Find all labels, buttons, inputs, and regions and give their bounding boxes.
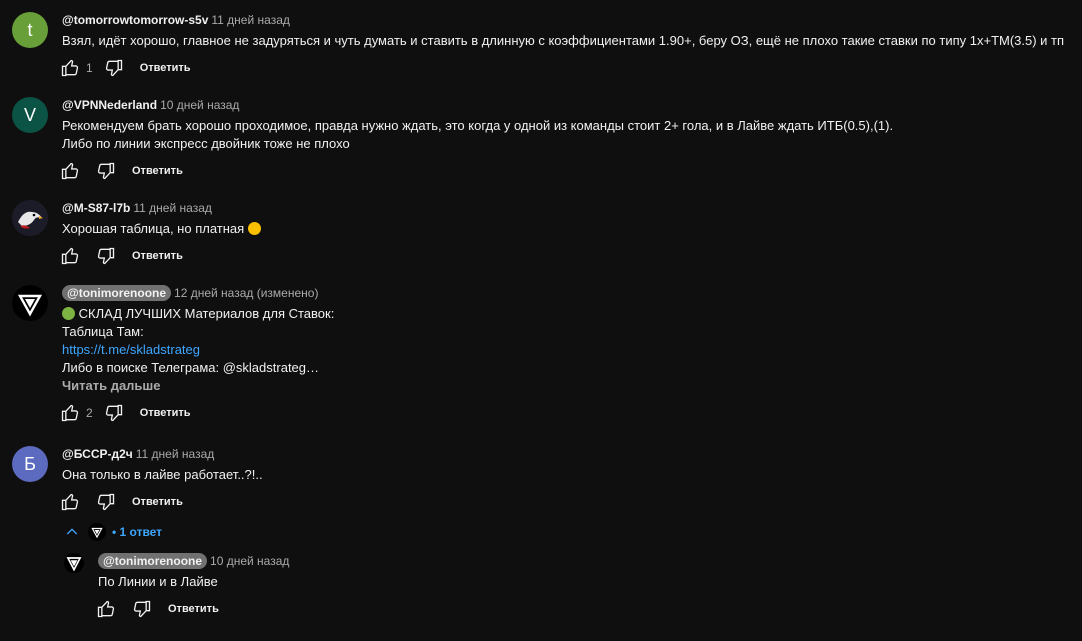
triangle-logo-avatar[interactable] [64, 553, 84, 573]
channel-owner-author[interactable]: @tonimorenoone [62, 285, 172, 301]
replies-count: • 1 ответ [112, 525, 163, 539]
read-more-link[interactable]: Читать дальше [62, 377, 1072, 395]
comment-author[interactable]: @tomorrowtomorrow-s5v [62, 13, 208, 27]
dislike-icon[interactable] [102, 56, 126, 80]
comment-time[interactable]: 11 дней назад [211, 13, 289, 27]
like-icon[interactable] [94, 597, 118, 621]
reply-button[interactable]: Ответить [140, 407, 191, 419]
worried-face-emoji-icon [247, 222, 261, 235]
channel-owner-author[interactable]: @tonimorenoone [98, 553, 208, 569]
dislike-icon[interactable] [94, 490, 118, 514]
like-count: 2 [86, 406, 93, 420]
comment-time[interactable]: 12 дней назад (изменено) [174, 286, 318, 300]
comment-author[interactable]: @БССР-д2ч [62, 447, 133, 461]
like-count: 1 [86, 61, 93, 75]
comment-time[interactable]: 11 дней назад [136, 447, 214, 461]
eagle-avatar[interactable] [12, 200, 48, 236]
comment-time[interactable]: 10 дней назад [210, 554, 289, 568]
comment-actions: Ответить [94, 597, 1072, 621]
comment-time[interactable]: 10 дней назад [160, 98, 239, 112]
comment-author[interactable]: @M-S87-l7b [62, 201, 130, 215]
comment-text: Взял, идёт хорошо, главное не задуряться… [62, 33, 1065, 48]
avatar[interactable]: t [12, 12, 48, 48]
comment-author[interactable]: @VPNNederland [62, 98, 157, 112]
comment-actions: Ответить [58, 244, 1072, 268]
comment-actions: 2 Ответить [58, 401, 1072, 425]
reply-button[interactable]: Ответить [168, 603, 219, 615]
comment-text: По Линии и в Лайве [98, 574, 218, 589]
dislike-icon[interactable] [102, 401, 126, 425]
reply-button[interactable]: Ответить [132, 250, 183, 262]
dislike-icon[interactable] [130, 597, 154, 621]
chevron-up-icon [66, 528, 78, 535]
comment-actions: 1 Ответить [58, 56, 1072, 80]
triangle-logo-avatar[interactable] [12, 285, 48, 321]
comment-time[interactable]: 11 дней назад [133, 201, 211, 215]
avatar[interactable]: V [12, 97, 48, 133]
like-icon[interactable] [58, 490, 82, 514]
comment-actions: Ответить [58, 159, 1072, 183]
like-icon[interactable] [58, 56, 82, 80]
dislike-icon[interactable] [94, 159, 118, 183]
reply-author-avatar [88, 523, 106, 541]
like-icon[interactable] [58, 159, 82, 183]
green-ball-emoji-icon [62, 307, 75, 320]
reply-button[interactable]: Ответить [140, 62, 191, 74]
comment-actions: Ответить [58, 490, 1072, 514]
reply-button[interactable]: Ответить [132, 165, 183, 177]
replies-toggle[interactable]: • 1 ответ [64, 523, 162, 541]
telegram-link[interactable]: https://t.me/skladstrateg [62, 341, 1072, 359]
reply-button[interactable]: Ответить [132, 496, 183, 508]
comment-text: Она только в лайве работает..?!.. [62, 467, 263, 482]
like-icon[interactable] [58, 401, 82, 425]
comment-text: СКЛАД ЛУЧШИХ Материалов для Ставок: Табл… [62, 305, 1072, 395]
dislike-icon[interactable] [94, 244, 118, 268]
comment-text: Хорошая таблица, но платная [62, 220, 1072, 238]
comment-text: Рекомендуем брать хорошо проходимое, пра… [62, 118, 894, 151]
avatar[interactable]: Б [12, 446, 48, 482]
like-icon[interactable] [58, 244, 82, 268]
